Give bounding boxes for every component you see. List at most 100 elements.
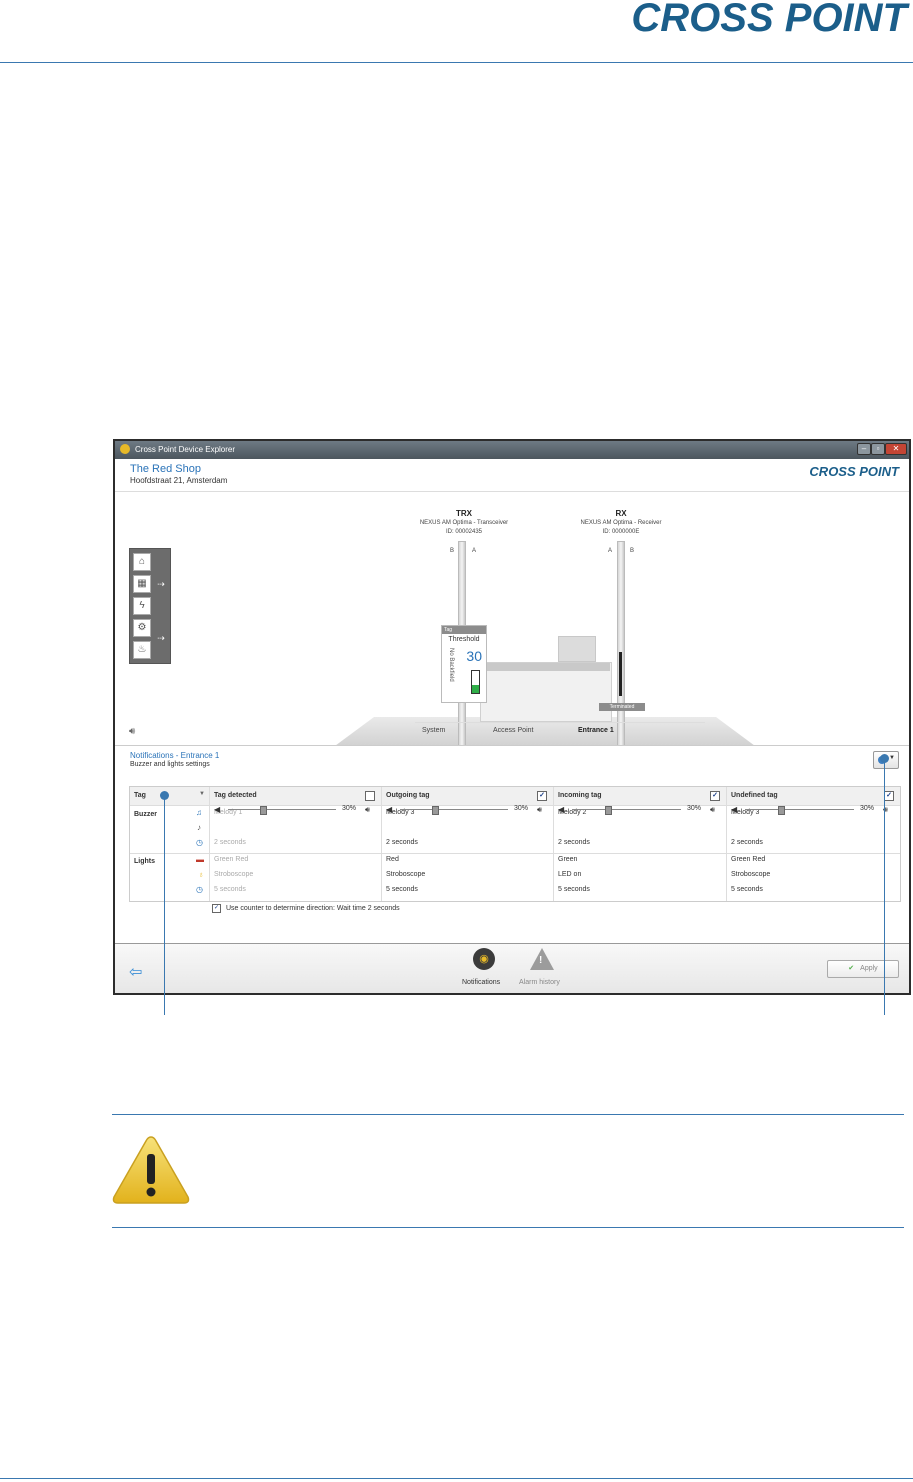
tag-sort-icon[interactable]: ▼	[199, 791, 205, 797]
expand-tab-icon[interactable]: ⇢	[154, 575, 168, 593]
volume-high-icon[interactable]: 🔊︎	[710, 805, 715, 815]
app-logo: CROSS POINT	[809, 464, 899, 479]
volume-slider[interactable]	[745, 806, 854, 815]
volume-control: ◀ 30% 🔊︎	[210, 803, 381, 817]
document-logo: CROSS POINT	[631, 0, 907, 40]
trx-model: NEXUS AM Optima - Transceiver	[419, 520, 509, 526]
rx-model: NEXUS AM Optima - Receiver	[580, 520, 662, 526]
signal-level-bar	[471, 670, 480, 694]
light-color-value[interactable]: Red	[386, 856, 399, 863]
light-color-icon: ▬	[196, 855, 204, 864]
counter-checkbox[interactable]: ✓	[212, 904, 221, 913]
counter-wait-value[interactable]: 2 seconds	[368, 905, 400, 912]
breadcrumb-system[interactable]: System	[422, 727, 445, 734]
counter-option[interactable]: ✓ Use counter to determine direction: Wa…	[212, 904, 400, 913]
tag-column-label: Tag	[134, 792, 146, 799]
breadcrumb-access-point[interactable]: Access Point	[493, 727, 533, 734]
lights-clock-icon: ◷	[196, 885, 203, 894]
alarm-exclamation: !	[539, 955, 543, 966]
header-rule	[0, 62, 913, 63]
column-enable-checkbox[interactable]: ✓	[884, 791, 894, 801]
power-icon[interactable]: ϟ	[133, 597, 151, 615]
bulb-icon: ♁	[198, 870, 204, 879]
light-color-value[interactable]: Green Red	[731, 856, 765, 863]
apply-label: Apply	[860, 965, 878, 972]
trx-a-label: A	[472, 548, 477, 554]
tag-column-header[interactable]: Tag ▼	[130, 787, 209, 806]
buzzer-duration[interactable]: 2 seconds	[214, 839, 246, 846]
volume-slider[interactable]	[400, 806, 508, 815]
volume-low-icon[interactable]: ◀	[558, 805, 564, 814]
device-icon[interactable]: ▦	[133, 575, 151, 593]
speaker-icon[interactable]: 🔊︎	[129, 726, 135, 737]
light-duration[interactable]: 5 seconds	[558, 886, 590, 893]
volume-percent: 30%	[687, 805, 702, 812]
footer-rule	[0, 1478, 913, 1479]
alarm-bell-icon[interactable]: ♨	[133, 641, 151, 659]
volume-low-icon[interactable]: ◀	[386, 805, 392, 814]
notifications-table: Tag ▼ Buzzer Lights ♫ ♪ ◷ ▬ ♁ ◷ Tag dete…	[129, 786, 901, 902]
breadcrumb-entrance[interactable]: Entrance 1	[578, 727, 614, 734]
home-icon[interactable]: ⌂	[133, 553, 151, 571]
buzzer-duration[interactable]: 2 seconds	[731, 839, 763, 846]
close-button[interactable]: ✕	[885, 443, 907, 455]
chevron-down-icon: ▼	[889, 755, 895, 761]
breadcrumb-line	[415, 722, 705, 723]
app-icon	[120, 444, 130, 454]
volume-slider[interactable]	[228, 806, 336, 815]
light-mode-value[interactable]: Stroboscope	[731, 871, 770, 878]
volume-slider[interactable]	[572, 806, 681, 815]
buzzer-duration[interactable]: 2 seconds	[558, 839, 590, 846]
apply-button[interactable]: ✔ Apply	[827, 960, 899, 978]
notifications-subtitle: Buzzer and lights settings	[130, 761, 210, 768]
volume-high-icon[interactable]: 🔊︎	[537, 805, 542, 815]
volume-slider-knob[interactable]	[432, 806, 439, 815]
rx-antenna[interactable]	[617, 541, 625, 748]
rx-title: RX	[615, 509, 627, 518]
notifications-icon[interactable]: ◉	[473, 948, 495, 970]
warning-top-rule	[112, 1114, 904, 1115]
expand-tab-icon-2[interactable]: ⇢	[154, 629, 168, 647]
lights-row-label: Lights	[134, 858, 155, 865]
light-duration[interactable]: 5 seconds	[386, 886, 418, 893]
settings-device-icon[interactable]: ⚙	[133, 619, 151, 637]
column-enable-checkbox[interactable]	[365, 791, 375, 801]
threshold-widget[interactable]: Tag Threshold No Backfield 30	[441, 625, 487, 703]
volume-slider-knob[interactable]	[605, 806, 612, 815]
maximize-button[interactable]: ▫	[871, 443, 885, 455]
volume-slider-knob[interactable]	[260, 806, 267, 815]
signal-level-fill	[472, 685, 479, 693]
notifications-tab[interactable]: Notifications	[462, 979, 500, 986]
light-mode-value[interactable]: Stroboscope	[214, 871, 253, 878]
notifications-panel: Notifications - Entrance 1 Buzzer and li…	[115, 745, 909, 944]
counter-top-graphic	[470, 663, 610, 671]
volume-percent: 30%	[860, 805, 875, 812]
volume-slider-knob[interactable]	[778, 806, 785, 815]
terminated-label: Terminated	[599, 703, 645, 711]
minimize-button[interactable]: –	[857, 443, 871, 455]
light-mode-value[interactable]: LED on	[558, 871, 581, 878]
threshold-value[interactable]: 30	[466, 648, 482, 664]
notifications-title: Notifications - Entrance 1	[130, 751, 220, 760]
light-mode-value[interactable]: Stroboscope	[386, 871, 425, 878]
light-color-value[interactable]: Green Red	[214, 856, 248, 863]
rx-id: ID: 0000000E	[602, 529, 640, 535]
volume-high-icon[interactable]: 🔊︎	[365, 805, 370, 815]
column-undefined-tag: Undefined tag ✓ Melody 3 ◀ 30% 🔊︎ 2 seconds Gre…	[727, 787, 900, 901]
callout-line-left	[164, 795, 165, 1015]
threshold-tag-label: Tag	[442, 626, 486, 634]
alarm-history-tab[interactable]: Alarm history	[519, 979, 560, 986]
monitor-graphic	[558, 636, 596, 662]
light-duration[interactable]: 5 seconds	[214, 886, 246, 893]
volume-low-icon[interactable]: ◀	[731, 805, 737, 814]
column-enable-checkbox[interactable]: ✓	[710, 791, 720, 801]
light-color-value[interactable]: Green	[558, 856, 577, 863]
light-duration[interactable]: 5 seconds	[731, 886, 763, 893]
volume-control: ◀ 30% 🔊︎	[382, 803, 553, 817]
volume-percent: 30%	[514, 805, 529, 812]
clock-icon: ◷	[196, 838, 203, 847]
column-enable-checkbox[interactable]: ✓	[537, 791, 547, 801]
back-arrow-icon[interactable]: ⇦	[129, 962, 142, 982]
volume-low-icon[interactable]: ◀	[214, 805, 220, 814]
buzzer-duration[interactable]: 2 seconds	[386, 839, 418, 846]
